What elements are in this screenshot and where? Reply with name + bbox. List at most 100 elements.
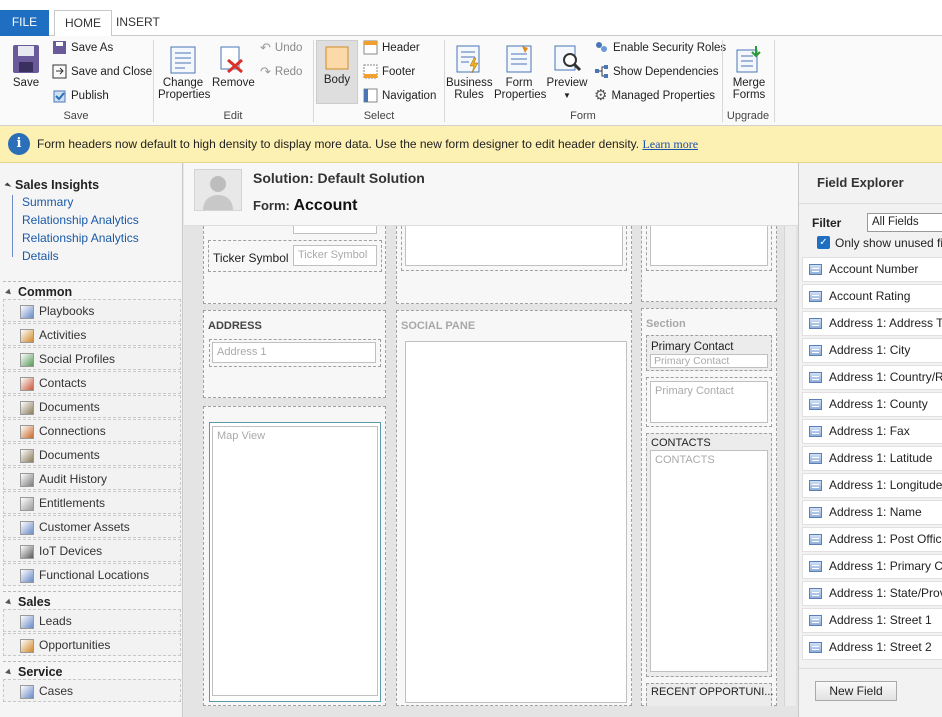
entity-avatar — [194, 169, 242, 211]
map-view-control[interactable]: Map View — [212, 426, 378, 696]
nav-item-documents[interactable]: Documents — [3, 443, 181, 466]
field-item[interactable]: Address 1: Country/Region — [802, 365, 942, 390]
group-upgrade-label: Upgrade — [726, 110, 770, 122]
body-button[interactable]: Body — [316, 40, 358, 104]
recent-opportunities-label: RECENT OPPORTUNI... — [651, 686, 774, 698]
publish-icon — [53, 90, 66, 103]
nav-item-entitlements[interactable]: Entitlements — [3, 491, 181, 514]
field-item[interactable]: Address 1: Post Office Box — [802, 527, 942, 552]
field-item[interactable]: Address 1: County — [802, 392, 942, 417]
nav-item-iot-devices[interactable]: IoT Devices — [3, 539, 181, 562]
address-1-field[interactable]: Address 1 — [212, 342, 376, 363]
save-and-close-button[interactable]: Save and Close — [52, 62, 152, 82]
save-button[interactable]: Save — [6, 44, 46, 89]
contacts-subgrid[interactable]: CONTACTS — [650, 450, 768, 672]
change-properties-button[interactable]: Change Properties — [158, 46, 210, 101]
gear-icon: ⚙ — [594, 87, 608, 104]
nav-item-cases[interactable]: Cases — [3, 679, 181, 702]
field-item[interactable]: Address 1: Fax — [802, 419, 942, 444]
group-save-label: Save — [63, 110, 89, 122]
iot-devices-icon — [20, 544, 34, 559]
field-explorer-panel: Field Explorer Filter All Fields ✓ Only … — [798, 163, 942, 717]
redo-button[interactable]: ↷ Redo — [260, 62, 302, 82]
nav-item-functional-locations[interactable]: Functional Locations — [3, 563, 181, 586]
tree-line — [12, 195, 13, 257]
field-item[interactable]: Address 1: Street 2 — [802, 635, 942, 660]
nav-link-relationship-analytics[interactable]: Relationship Analytics — [22, 231, 139, 245]
header-button[interactable]: Header — [363, 38, 420, 58]
merge-forms-button[interactable]: Merge Forms — [728, 44, 770, 101]
field-box-partial[interactable] — [293, 226, 377, 234]
group-edit-label: Edit — [223, 110, 243, 122]
nav-item-activities[interactable]: Activities — [3, 323, 181, 346]
navigation-button[interactable]: Navigation — [363, 86, 436, 106]
nav-item-social-profiles[interactable]: Social Profiles — [3, 347, 181, 370]
column3-top-field[interactable] — [650, 226, 768, 266]
nav-section-sales[interactable]: Sales — [3, 591, 181, 611]
collapse-arrow-icon — [5, 668, 13, 677]
learn-more-link[interactable]: Learn more — [642, 137, 698, 151]
only-unused-checkbox[interactable]: ✓ — [817, 236, 830, 249]
field-icon — [809, 615, 822, 626]
activities-icon — [20, 328, 34, 343]
primary-contact-grid[interactable]: Primary Contact — [650, 381, 768, 423]
undo-button[interactable]: ↶ Undo — [260, 38, 302, 58]
nav-item-connections[interactable]: Connections — [3, 419, 181, 442]
field-item[interactable]: Address 1: Name — [802, 500, 942, 525]
nav-section-common[interactable]: Common — [3, 281, 181, 301]
nav-item-playbooks[interactable]: Playbooks — [3, 299, 181, 322]
field-item[interactable]: Account Rating — [802, 284, 942, 309]
contacts-icon — [20, 376, 34, 391]
business-rules-icon — [456, 45, 480, 74]
field-item[interactable]: Address 1: Latitude — [802, 446, 942, 471]
field-item[interactable]: Address 1: City — [802, 338, 942, 363]
publish-button[interactable]: Publish — [52, 86, 109, 106]
preview-button[interactable]: Preview ▼ — [546, 44, 588, 102]
nav-item-contacts[interactable]: Contacts — [3, 371, 181, 394]
divider — [799, 668, 942, 669]
managed-properties-button[interactable]: ⚙ Managed Properties — [594, 86, 715, 106]
tab-home[interactable]: HOME — [54, 10, 112, 37]
nav-item-documents[interactable]: Documents — [3, 395, 181, 418]
nav-link-summary[interactable]: Summary — [22, 195, 73, 209]
solution-label: Solution: Default Solution — [253, 170, 425, 186]
show-dependencies-button[interactable]: Show Dependencies — [594, 62, 719, 82]
business-rules-button[interactable]: Business Rules — [446, 44, 493, 101]
save-as-button[interactable]: Save As — [52, 38, 113, 58]
field-item[interactable]: Address 1: State/Province — [802, 581, 942, 606]
nav-item-opportunities[interactable]: Opportunities — [3, 633, 181, 656]
field-item[interactable]: Address 1: Address Type — [802, 311, 942, 336]
group-divider — [774, 40, 775, 122]
remove-button[interactable]: Remove — [212, 46, 255, 89]
tab-insert[interactable]: INSERT — [106, 10, 170, 36]
enable-security-roles-button[interactable]: Enable Security Roles — [594, 38, 726, 58]
nav-item-customer-assets[interactable]: Customer Assets — [3, 515, 181, 538]
nav-item-leads[interactable]: Leads — [3, 609, 181, 632]
notification-bar: i Form headers now default to high densi… — [0, 126, 942, 163]
field-item[interactable]: Address 1: Primary Contact Name — [802, 554, 942, 579]
field-item[interactable]: Address 1: Longitude — [802, 473, 942, 498]
field-item[interactable]: Account Number — [802, 257, 942, 282]
field-item[interactable]: Address 1: Street 1 — [802, 608, 942, 633]
ticker-symbol-field[interactable]: Ticker Symbol — [293, 245, 377, 266]
functional-locations-icon — [20, 568, 34, 583]
nav-section-service[interactable]: Service — [3, 661, 181, 681]
filter-select[interactable]: All Fields — [867, 213, 942, 232]
address-section-title: ADDRESS — [208, 320, 262, 332]
form-properties-button[interactable]: Form Properties — [494, 44, 546, 101]
nav-group-sales-insights[interactable]: Sales Insights — [4, 178, 99, 192]
ribbon: Save Save As Save and Close Publish Save… — [0, 36, 942, 126]
canvas-scrollbar[interactable] — [784, 226, 796, 706]
leads-icon — [20, 614, 34, 629]
nav-item-audit-history[interactable]: Audit History — [3, 467, 181, 490]
primary-contact-field[interactable]: Primary Contact — [650, 354, 768, 368]
social-pane-control[interactable] — [405, 341, 627, 703]
nav-link-details[interactable]: Details — [22, 249, 59, 263]
summary-field[interactable] — [405, 226, 623, 266]
footer-button[interactable]: Footer — [363, 62, 415, 82]
filter-label: Filter — [812, 216, 842, 230]
tab-file[interactable]: FILE — [0, 10, 49, 36]
nav-link-relationship-analytics[interactable]: Relationship Analytics — [22, 213, 139, 227]
contacts-label: CONTACTS — [651, 437, 711, 449]
new-field-button[interactable]: New Field — [815, 681, 897, 701]
